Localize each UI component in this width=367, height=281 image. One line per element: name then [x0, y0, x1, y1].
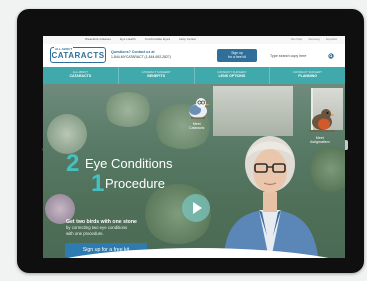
search-placeholder: Type search copy here	[270, 54, 307, 58]
hero-banner: Meet Cataracts Meet Astigmatism 2 Eye Co…	[43, 84, 345, 258]
play-video-button[interactable]	[182, 194, 210, 222]
utility-link[interactable]: Eye Health	[120, 37, 136, 41]
bird-cataracts-label[interactable]: Meet Cataracts	[189, 122, 204, 130]
site-logo[interactable]: ALL ABOUT CATARACTS	[50, 47, 106, 63]
headline-line-1: Eye Conditions	[85, 156, 173, 171]
website-screen: Wearable Glasses Eye Health Comfortable …	[43, 36, 345, 258]
nav-label: LENS OPTIONS	[218, 74, 246, 78]
signup-label-2: for a free kit	[228, 55, 246, 60]
subtext-line: with one procedure.	[66, 230, 104, 236]
background-foliage	[47, 114, 87, 154]
play-icon	[193, 202, 202, 214]
search-icon[interactable]	[328, 53, 334, 59]
nav-sup: CATARACT SURGERY	[141, 70, 171, 74]
header-signup-button[interactable]: Sign up for a free kit	[217, 49, 257, 62]
nav-item-benefits[interactable]: CATARACT SURGERY BENEFITS	[119, 67, 195, 84]
headline-number-2: 1	[91, 170, 105, 197]
nav-sup: ALL ABOUT	[72, 70, 88, 74]
nav-item-planning[interactable]: CATARACT SURGERY PLANNING	[270, 67, 345, 84]
nav-sup: CATARACT SURGERY	[293, 70, 323, 74]
search-field[interactable]: Type search copy here	[270, 53, 334, 60]
site-header: ALL ABOUT CATARACTS Questions? Contact u…	[43, 44, 345, 67]
utility-right-link[interactable]: Glossary	[308, 37, 320, 41]
headline-number-1: 2	[66, 150, 80, 177]
utility-link[interactable]: Wearable Glasses	[85, 37, 111, 41]
nav-item-lens-options[interactable]: CATARACT SURGERY LENS OPTIONS	[195, 67, 271, 84]
background-foliage	[103, 92, 153, 127]
utility-link[interactable]: Comfortable Eyes	[145, 37, 170, 41]
contact-phone[interactable]: 1-844-MYCATARACT (1-844-692-2827)	[111, 55, 211, 60]
nav-label: PLANNING	[298, 74, 318, 78]
bird-label-line: Cataracts	[189, 126, 205, 131]
main-nav: ALL ABOUT CATARACTS CATARACT SURGERY BEN…	[43, 67, 345, 84]
headline-line-2: Procedure	[105, 176, 165, 191]
tablet-side-button	[345, 140, 348, 150]
utility-link[interactable]: Help Center	[179, 37, 196, 41]
utility-right-link[interactable]: Site Map	[290, 37, 302, 41]
nav-item-cataracts[interactable]: ALL ABOUT CATARACTS	[43, 67, 119, 84]
utility-right-link[interactable]: Español	[326, 37, 337, 41]
nav-label: CATARACTS	[69, 74, 92, 78]
logo-name: CATARACTS	[51, 51, 105, 60]
woman-photo	[223, 136, 319, 258]
bird-cataracts-illustration	[189, 98, 210, 119]
hero-subtext: Get two birds with one stone by correcti…	[66, 219, 156, 236]
nav-label: BENEFITS	[147, 74, 166, 78]
contact-info: Questions? Contact us at 1-844-MYCATARAC…	[111, 50, 211, 59]
nav-sup: CATARACT SURGERY	[217, 70, 247, 74]
